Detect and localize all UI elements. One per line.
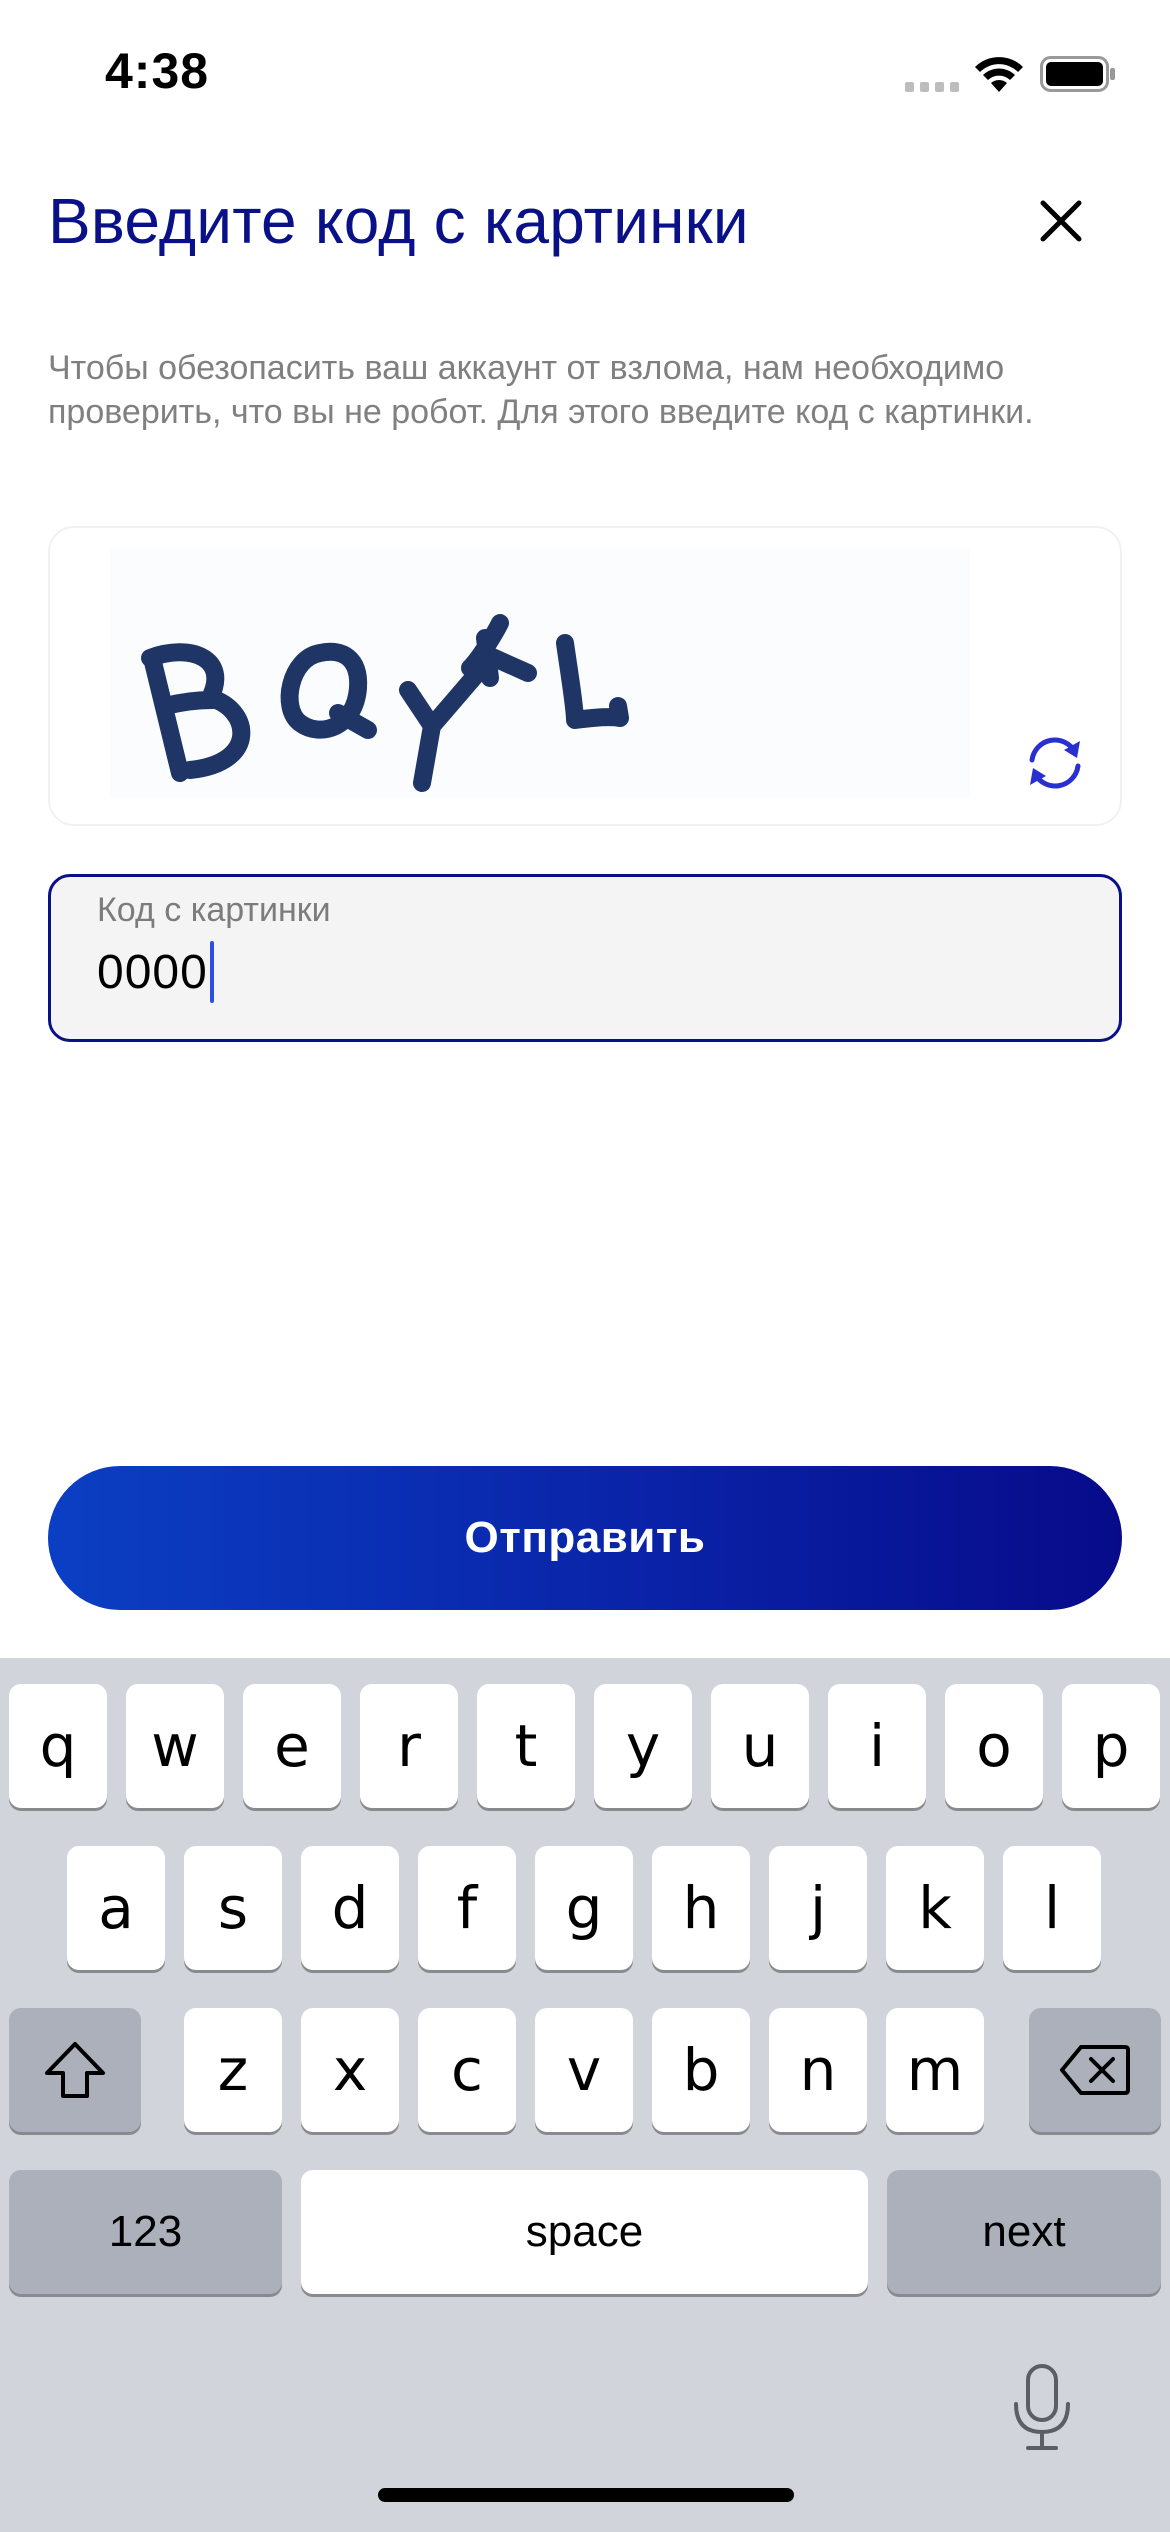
key-z[interactable]: z xyxy=(184,2008,282,2132)
text-caret xyxy=(209,941,214,1003)
key-q[interactable]: q xyxy=(9,1684,107,1808)
key-y[interactable]: y xyxy=(594,1684,692,1808)
key-t[interactable]: t xyxy=(477,1684,575,1808)
refresh-icon[interactable] xyxy=(1020,728,1090,798)
home-indicator xyxy=(378,2488,794,2502)
keyboard: q w e r t y u i o p a s d f g h j k l z … xyxy=(0,1658,1170,2532)
next-key[interactable]: next xyxy=(887,2170,1161,2294)
key-p[interactable]: p xyxy=(1062,1684,1160,1808)
key-o[interactable]: o xyxy=(945,1684,1043,1808)
battery-icon xyxy=(1040,56,1115,92)
cellular-signal-icon xyxy=(905,82,961,92)
captcha-image xyxy=(110,548,970,798)
key-s[interactable]: s xyxy=(184,1846,282,1970)
status-bar: 4:38 xyxy=(0,0,1170,150)
key-j[interactable]: j xyxy=(769,1846,867,1970)
key-i[interactable]: i xyxy=(828,1684,926,1808)
page-title: Введите код с картинки xyxy=(48,185,749,257)
key-k[interactable]: k xyxy=(886,1846,984,1970)
captcha-card xyxy=(48,526,1122,826)
key-r[interactable]: r xyxy=(360,1684,458,1808)
captcha-code-input[interactable]: Код с картинки 0000 xyxy=(48,874,1122,1042)
close-button[interactable] xyxy=(1030,190,1092,252)
key-b[interactable]: b xyxy=(652,2008,750,2132)
submit-button[interactable]: Отправить xyxy=(48,1466,1122,1610)
microphone-icon[interactable] xyxy=(1008,2362,1076,2454)
input-value-container: 0000 xyxy=(97,941,214,1003)
numbers-key[interactable]: 123 xyxy=(9,2170,282,2294)
description-text: Чтобы обезопасить ваш аккаунт от взлома,… xyxy=(48,349,1034,431)
key-f[interactable]: f xyxy=(418,1846,516,1970)
input-label: Код с картинки xyxy=(97,891,331,929)
key-w[interactable]: w xyxy=(126,1684,224,1808)
close-icon xyxy=(1040,200,1082,242)
key-u[interactable]: u xyxy=(711,1684,809,1808)
shift-icon xyxy=(45,2042,105,2098)
backspace-key[interactable] xyxy=(1029,2008,1161,2132)
shift-key[interactable] xyxy=(9,2008,141,2132)
key-h[interactable]: h xyxy=(652,1846,750,1970)
backspace-icon xyxy=(1060,2045,1130,2095)
key-x[interactable]: x xyxy=(301,2008,399,2132)
wifi-icon xyxy=(975,57,1023,92)
key-c[interactable]: c xyxy=(418,2008,516,2132)
key-g[interactable]: g xyxy=(535,1846,633,1970)
key-d[interactable]: d xyxy=(301,1846,399,1970)
key-e[interactable]: e xyxy=(243,1684,341,1808)
key-l[interactable]: l xyxy=(1003,1846,1101,1970)
key-v[interactable]: v xyxy=(535,2008,633,2132)
space-key[interactable]: space xyxy=(301,2170,868,2294)
key-n[interactable]: n xyxy=(769,2008,867,2132)
input-value: 0000 xyxy=(97,945,208,999)
status-time: 4:38 xyxy=(105,43,210,99)
key-m[interactable]: m xyxy=(886,2008,984,2132)
key-a[interactable]: a xyxy=(67,1846,165,1970)
